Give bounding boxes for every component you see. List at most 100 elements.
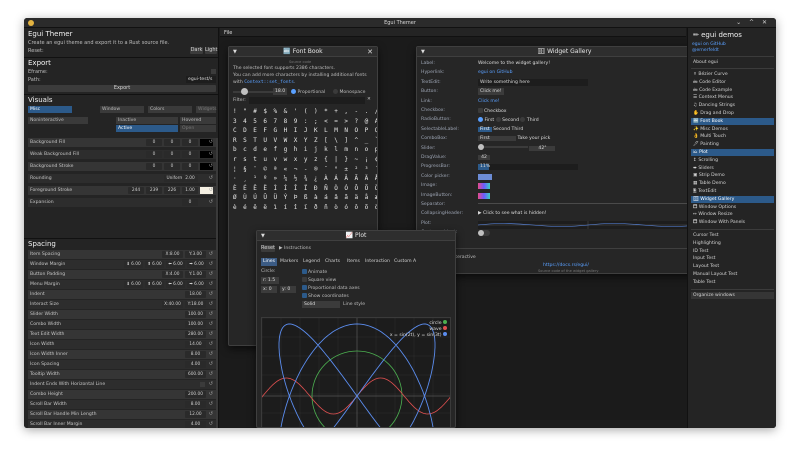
indent-line-checkbox[interactable] [200, 382, 205, 387]
spacing-value[interactable]: X:8.00 [162, 251, 183, 258]
state-tab-open[interactable]: Open [180, 125, 216, 132]
demo-item[interactable]: 🗖 Window Options [691, 204, 774, 211]
demo-item[interactable]: 🖮 Code Example [691, 87, 774, 94]
gallery-widget[interactable] [478, 183, 490, 190]
demo-item[interactable]: ☰ Context Menus [691, 94, 774, 101]
square-view-checkbox[interactable]: Square view [302, 277, 336, 283]
docs-link[interactable]: https://docs.rs/egui/ [543, 263, 589, 268]
demo-item[interactable]: 🗄 Widget Gallery [691, 195, 774, 203]
gallery-widget[interactable]: Click me! [478, 88, 504, 96]
visual-value[interactable]: 0 [182, 151, 198, 158]
animate-checkbox[interactable]: Animate [302, 269, 327, 275]
font-size-value[interactable]: 18.0 [273, 88, 287, 95]
dark-theme-button[interactable]: Dark [190, 47, 203, 54]
demo-item[interactable]: ⬌ Sliders [691, 165, 774, 172]
spacing-value[interactable]: Y:18.00 [185, 301, 206, 308]
visual-value[interactable]: 0 [146, 139, 162, 146]
glyph-row[interactable]: b c d e f g h i j k l m n o p q [233, 145, 377, 155]
plot-tab[interactable]: Legend [301, 258, 322, 266]
visuals-tab-window[interactable]: Window [100, 106, 144, 113]
glyph-row[interactable]: C D E F G H I J K L M N O P Q [233, 126, 377, 136]
plot-canvas[interactable]: circle wave x = sin(2t), y = sin(3t) [261, 317, 451, 427]
gallery-widget[interactable]: Write something here [478, 78, 588, 86]
spacing-value[interactable]: 100.00 [185, 311, 206, 318]
reset-icon[interactable]: ↺ [209, 381, 213, 387]
instructions-toggle[interactable]: ▶ Instructions [279, 246, 311, 251]
state-tab-hovered[interactable]: Hovered [180, 117, 216, 124]
about-egui-item[interactable]: About egui [691, 59, 774, 66]
plot-tab[interactable]: Lines [261, 258, 277, 266]
reset-icon[interactable]: ↺ [209, 401, 213, 407]
light-theme-button[interactable]: Light [205, 47, 217, 54]
slider-handle[interactable] [241, 88, 248, 95]
demo-item[interactable]: 🖹 TextEdit [691, 188, 774, 195]
organize-windows-button[interactable]: Organize windows [691, 291, 774, 299]
reset-button[interactable]: Reset [261, 245, 275, 252]
line-style-combo[interactable]: Solid [302, 301, 340, 308]
reset-icon[interactable]: ↺ [209, 139, 213, 145]
gallery-widget[interactable]: Click me! [478, 99, 500, 104]
widget-gallery-titlebar[interactable]: ▼ 🗄 Widget Gallery ✕ [417, 47, 712, 57]
gallery-widget[interactable]: Checkbox [478, 108, 506, 114]
state-tab-noninteractive[interactable]: Noninteractive [28, 117, 88, 124]
gallery-widget[interactable]: First Take your pick [478, 136, 550, 142]
legend-lissajous[interactable]: x = sin(2t), y = sin(3t) [390, 332, 447, 338]
demo-item[interactable]: 👌 Multi Touch [691, 133, 774, 140]
source-code-link[interactable]: Source code [289, 60, 311, 64]
font-size-slider[interactable] [233, 91, 277, 93]
reset-icon[interactable]: ↺ [209, 301, 213, 307]
visual-value[interactable]: 0 [164, 139, 180, 146]
spacing-value[interactable]: 4.00 [185, 421, 206, 428]
export-button[interactable]: Export [28, 85, 216, 92]
visuals-tab-colors[interactable]: Colors [148, 106, 192, 113]
collapse-icon[interactable]: ▼ [261, 231, 265, 241]
spacing-value[interactable]: 4.00 [185, 361, 206, 368]
spacing-value[interactable]: 18.00 [185, 291, 206, 298]
proportional-radio[interactable]: Proportional [291, 89, 325, 95]
state-tab-active[interactable]: Active [116, 125, 178, 132]
spacing-value[interactable]: ⬆ 6.00 [145, 281, 164, 288]
spacing-value[interactable]: ➡ 6.00 [187, 261, 206, 268]
test-item[interactable]: Manual Layout Test [691, 271, 774, 278]
reset-icon[interactable]: ↺ [209, 371, 213, 377]
proportional-axes-checkbox[interactable]: Proportional data axes [302, 285, 360, 291]
spacing-value[interactable]: ➡ 6.00 [187, 281, 206, 288]
visuals-tab-widgets[interactable]: Widgets [196, 106, 217, 113]
reset-icon[interactable]: ↺ [209, 271, 213, 277]
test-item[interactable]: Layout Test [691, 263, 774, 270]
circle-y-value[interactable]: y: 0 [280, 286, 296, 293]
demo-item[interactable]: ↕ Scrolling [691, 157, 774, 164]
plot-tab[interactable]: Custom A [392, 258, 418, 266]
demo-item[interactable]: 🗖 Window With Panels [691, 219, 774, 226]
test-item[interactable]: ID Test [691, 248, 774, 255]
reset-icon[interactable]: ↺ [209, 251, 213, 257]
window-controls[interactable]: ⌄ ^ ✕ [736, 19, 770, 26]
reset-icon[interactable]: ↺ [209, 311, 213, 317]
reset-icon[interactable]: ↺ [209, 341, 213, 347]
collapse-icon[interactable]: ▼ [233, 47, 237, 57]
reset-icon[interactable]: ↺ [209, 151, 213, 157]
visual-value[interactable]: 1.00 [182, 187, 198, 194]
reset-icon[interactable]: ↺ [209, 175, 213, 181]
gallery-widget[interactable]: Welcome to the widget gallery! [478, 61, 550, 66]
glyph-row[interactable]: · ¸ ¹ º » ¼ ½ ¾ ¿ À Á Â Ã Ä Å Æ Ç [233, 174, 377, 184]
spacing-value[interactable]: ⬅ 6.00 [166, 281, 185, 288]
demo-item[interactable]: ▣ Strip Demo [691, 172, 774, 179]
demo-item[interactable]: 🗠 Plot [691, 149, 774, 156]
demo-item[interactable]: 🖊 Painting [691, 141, 774, 148]
demo-item[interactable]: ♫ Dancing Strings [691, 102, 774, 109]
demo-item[interactable]: ✋ Drag and Drop [691, 110, 774, 117]
glyph-row[interactable]: Ø Ù Ú Û Ü Ý Þ ß à á â ã ä å æ ç [233, 193, 377, 203]
circle-x-value[interactable]: x: 0 [261, 286, 277, 293]
clear-filter-icon[interactable]: ✕ [367, 97, 371, 102]
spacing-value[interactable]: ⬇ 6.00 [124, 281, 143, 288]
reset-icon[interactable]: ↺ [209, 163, 213, 169]
spacing-value[interactable]: 14.00 [185, 341, 206, 348]
demo-item[interactable]: ↔ Window Resize [691, 211, 774, 218]
gallery-widget[interactable]: 11% [478, 164, 578, 171]
reset-icon[interactable]: ↺ [209, 321, 213, 327]
spacing-value[interactable]: ⬆ 6.00 [145, 261, 164, 268]
gallery-widget[interactable]: 42° [478, 143, 556, 151]
spacing-value[interactable]: 280.00 [185, 331, 206, 338]
demo-item[interactable]: ✨ Misc Demos [691, 126, 774, 133]
